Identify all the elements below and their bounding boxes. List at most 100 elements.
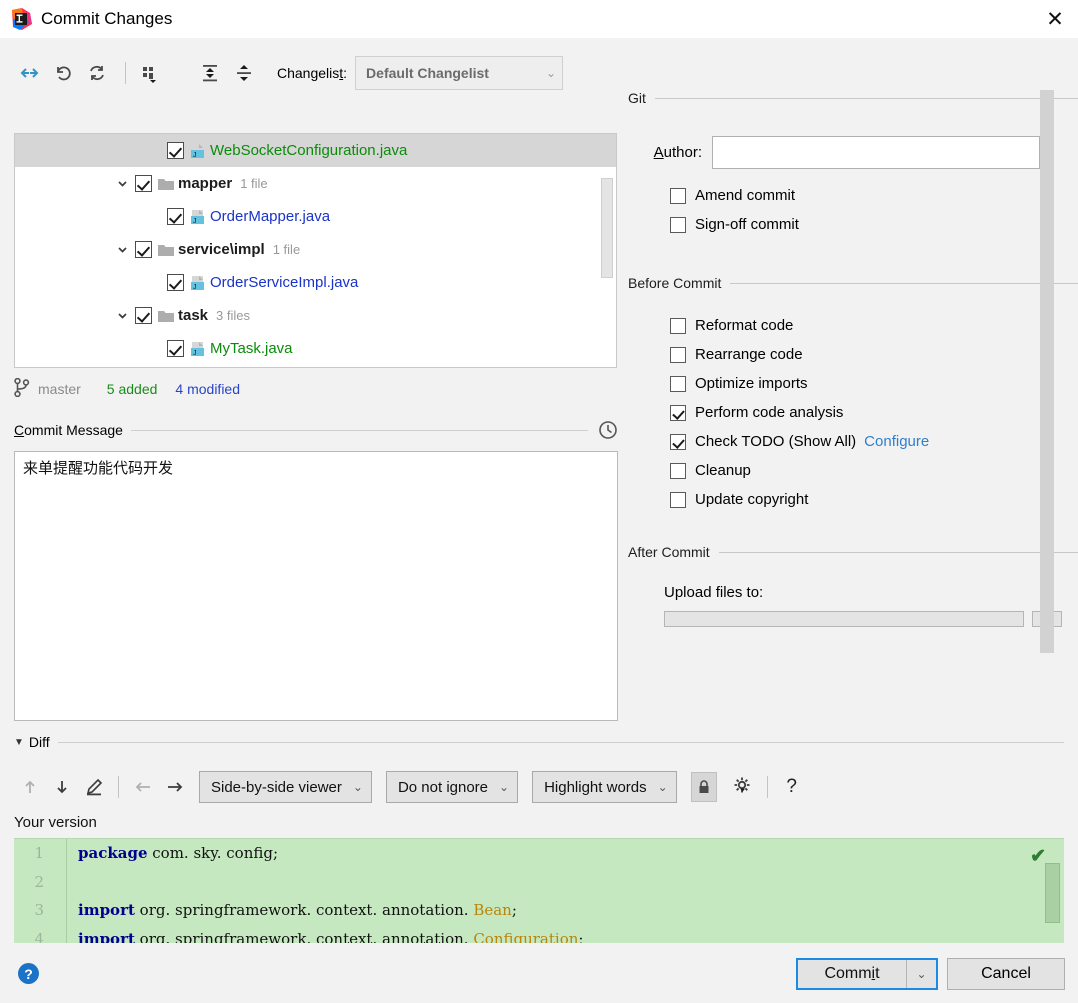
help-icon[interactable]: ?: [776, 771, 808, 803]
expand-all-icon[interactable]: [195, 58, 225, 88]
refresh-icon[interactable]: [82, 58, 112, 88]
branch-name: master: [38, 381, 81, 397]
rearrange-code-checkbox[interactable]: [670, 347, 686, 363]
window-title: Commit Changes: [41, 9, 172, 29]
row-checkbox[interactable]: [167, 142, 184, 159]
sign-off-commit-checkbox[interactable]: [670, 217, 686, 233]
row-checkbox[interactable]: [167, 208, 184, 225]
checkbox-row-rearrange-code[interactable]: Rearrange code: [670, 340, 1078, 369]
commit-message-rule: [131, 430, 588, 431]
row-checkbox[interactable]: [167, 340, 184, 357]
row-checkbox[interactable]: [167, 274, 184, 291]
configure-link[interactable]: Configure: [864, 433, 929, 450]
gear-icon[interactable]: [727, 771, 759, 803]
clock-history-icon[interactable]: [598, 420, 618, 440]
java-file-icon: J: [189, 142, 207, 160]
expander-chevron-down-icon[interactable]: [115, 243, 129, 257]
file-name: task: [178, 307, 208, 324]
file-count: 1 file: [273, 242, 300, 257]
branch-status-bar: master 5 added 4 modified: [14, 376, 240, 402]
tree-scrollbar[interactable]: [601, 178, 613, 278]
diff-viewer-mode-value: Side-by-side viewer: [211, 779, 342, 796]
close-icon[interactable]: ✕: [1032, 0, 1078, 38]
checkbox-row-cleanup[interactable]: Cleanup: [670, 456, 1078, 485]
help-button[interactable]: ?: [18, 963, 39, 984]
tree-row[interactable]: JMyTask.java: [15, 332, 616, 365]
perform-code-analysis-label: Perform code analysis: [695, 404, 843, 421]
author-field[interactable]: [712, 136, 1040, 169]
checkbox-row-check-todo[interactable]: Check TODO (Show All)Configure: [670, 427, 1078, 456]
checkbox-row-update-copyright[interactable]: Update copyright: [670, 485, 1078, 514]
changelist-value: Default Changelist: [366, 65, 489, 81]
options-panel-scrollbar[interactable]: [1040, 90, 1054, 653]
git-group-label: Git: [628, 90, 655, 106]
expander-chevron-down-icon[interactable]: [115, 177, 129, 191]
before-commit-group-rule: [730, 283, 1078, 284]
expander-chevron-down-icon[interactable]: [115, 309, 129, 323]
commit-options-chevron-down-icon[interactable]: ⌄: [906, 960, 936, 988]
file-name: mapper: [178, 175, 232, 192]
chevron-down-icon: ⌄: [546, 66, 556, 80]
line-number: 1: [14, 844, 56, 862]
svg-text:J: J: [193, 350, 197, 357]
cleanup-checkbox[interactable]: [670, 463, 686, 479]
file-name: WebSocketConfiguration.java: [210, 142, 407, 159]
changelist-dropdown[interactable]: Default Changelist ⌄: [355, 56, 563, 90]
accept-left-icon[interactable]: [127, 771, 159, 803]
tree-row[interactable]: mapper 1 file: [15, 167, 616, 200]
commit-message-input[interactable]: [14, 451, 618, 721]
cancel-button[interactable]: Cancel: [947, 958, 1065, 990]
group-by-icon[interactable]: [135, 58, 165, 88]
checkbox-row-amend-commit[interactable]: Amend commit: [670, 181, 1078, 210]
upload-row: [664, 611, 1078, 627]
line-content: import org. springframework. context. an…: [78, 901, 517, 919]
annotate-icon[interactable]: [78, 771, 110, 803]
whitespace-mode-dropdown[interactable]: Do not ignore ⌄: [386, 771, 518, 803]
checkbox-row-reformat-code[interactable]: Reformat code: [670, 311, 1078, 340]
next-difference-icon[interactable]: [46, 771, 78, 803]
upload-target-dropdown[interactable]: [664, 611, 1024, 627]
diff-viewer-mode-dropdown[interactable]: Side-by-side viewer ⌄: [199, 771, 372, 803]
reformat-code-checkbox[interactable]: [670, 318, 686, 334]
tree-row[interactable]: task3 files: [15, 299, 616, 332]
optimize-imports-checkbox[interactable]: [670, 376, 686, 392]
title-bar: Commit Changes ✕: [0, 0, 1078, 38]
file-count: 1 file: [240, 176, 267, 191]
after-commit-group-rule: [719, 552, 1078, 553]
folder-icon: [157, 307, 175, 325]
commit-button[interactable]: Commit: [798, 960, 906, 988]
update-copyright-checkbox[interactable]: [670, 492, 686, 508]
author-row: Author:: [628, 136, 1078, 169]
collapse-all-icon[interactable]: [229, 58, 259, 88]
commit-changes-dialog: Commit Changes ✕: [0, 0, 1078, 1003]
accept-right-icon[interactable]: [159, 771, 191, 803]
diff-code-line: 1package com. sky. config;: [14, 839, 1064, 868]
previous-difference-icon[interactable]: [14, 771, 46, 803]
perform-code-analysis-checkbox[interactable]: [670, 405, 686, 421]
diff-scrollbar[interactable]: [1045, 863, 1060, 923]
highlight-mode-dropdown[interactable]: Highlight words ⌄: [532, 771, 677, 803]
folder-icon: [157, 241, 175, 259]
row-checkbox[interactable]: [135, 307, 152, 324]
tree-row[interactable]: JOrderMapper.java: [15, 200, 616, 233]
tree-row[interactable]: JOrderServiceImpl.java: [15, 266, 616, 299]
checkbox-row-perform-code-analysis[interactable]: Perform code analysis: [670, 398, 1078, 427]
diff-section-label: Diff: [29, 734, 58, 750]
row-checkbox[interactable]: [135, 175, 152, 192]
svg-text:J: J: [193, 284, 197, 291]
changed-files-tree[interactable]: JWebSocketConfiguration.javamapper1 file…: [14, 133, 617, 368]
collapse-selection-icon[interactable]: [14, 58, 44, 88]
checkbox-row-sign-off-commit[interactable]: Sign-off commit: [670, 210, 1078, 239]
lock-icon[interactable]: [691, 772, 717, 802]
tree-row[interactable]: service\impl1 file: [15, 233, 616, 266]
intellij-idea-logo-icon: [10, 8, 32, 30]
update-copyright-label: Update copyright: [695, 491, 808, 508]
amend-commit-checkbox[interactable]: [670, 188, 686, 204]
revert-icon[interactable]: [48, 58, 78, 88]
checkbox-row-optimize-imports[interactable]: Optimize imports: [670, 369, 1078, 398]
check-todo-checkbox[interactable]: [670, 434, 686, 450]
row-checkbox[interactable]: [135, 241, 152, 258]
diff-section-header[interactable]: ▼ Diff: [14, 732, 1064, 752]
tree-row[interactable]: JWebSocketConfiguration.java: [15, 134, 616, 167]
git-branch-icon: [14, 378, 30, 400]
